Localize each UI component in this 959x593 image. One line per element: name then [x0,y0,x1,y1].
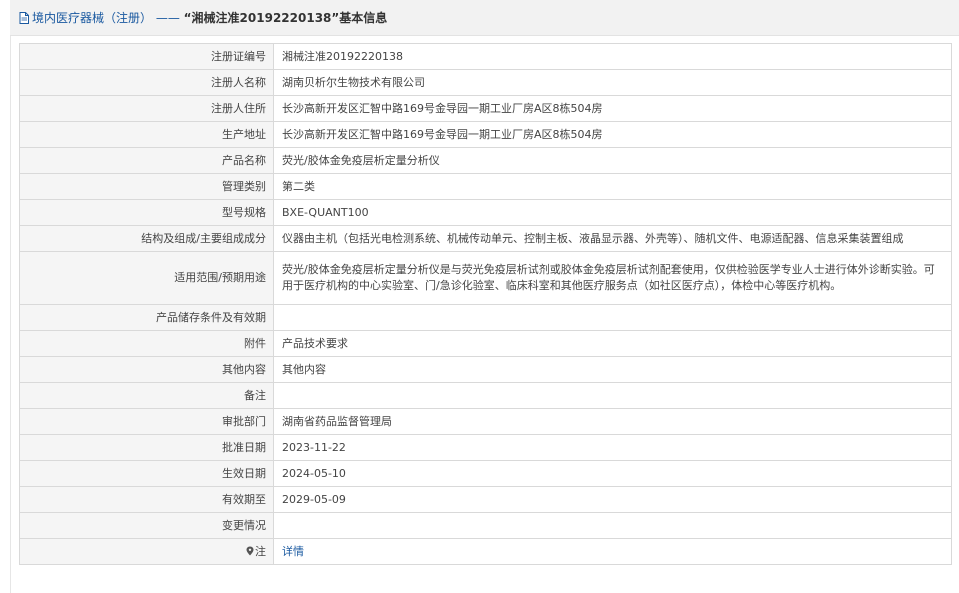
location-pin-icon [246,546,254,555]
page-header: 境内医疗器械（注册） —— “湘械注准20192220138”基本信息 [10,0,959,36]
table-row: 适用范围/预期用途 荧光/胶体金免疫层析定量分析仪是与荧光免疫层析试剂或胶体金免疫… [19,251,952,305]
field-label: 批准日期 [19,434,274,461]
field-label: 管理类别 [19,173,274,200]
table-row: 结构及组成/主要组成成分 仪器由主机（包括光电检测系统、机械传动单元、控制主板、液… [19,225,952,252]
table-row: 批准日期 2023-11-22 [19,434,952,461]
field-value: 仪器由主机（包括光电检测系统、机械传动单元、控制主板、液晶显示器、外壳等）、随机… [273,225,952,252]
field-label: 生产地址 [19,121,274,148]
document-icon [19,11,29,24]
table-row: 注册证编号 湘械注准20192220138 [19,43,952,70]
table-row: 变更情况 [19,512,952,539]
field-value: 湖南贝析尔生物技术有限公司 [273,69,952,96]
table-row: 管理类别 第二类 [19,173,952,200]
table-row: 审批部门 湖南省药品监督管理局 [19,408,952,435]
note-value-cell: 详情 [273,538,952,565]
table-row-note: 注 详情 [19,538,952,565]
field-label: 产品名称 [19,147,274,174]
field-label: 产品储存条件及有效期 [19,304,274,331]
field-value: 长沙高新开发区汇智中路169号金导园一期工业厂房A区8栋504房 [273,95,952,122]
table-row: 有效期至 2029-05-09 [19,486,952,513]
field-label: 注册证编号 [19,43,274,70]
table-row: 生效日期 2024-05-10 [19,460,952,487]
field-value: 第二类 [273,173,952,200]
field-label: 结构及组成/主要组成成分 [19,225,274,252]
field-value: 湘械注准20192220138 [273,43,952,70]
field-value: 长沙高新开发区汇智中路169号金导园一期工业厂房A区8栋504房 [273,121,952,148]
table-row: 其他内容 其他内容 [19,356,952,383]
field-label: 适用范围/预期用途 [19,251,274,305]
header-category[interactable]: 境内医疗器械（注册） [32,11,152,25]
field-label: 生效日期 [19,460,274,487]
field-value: 2023-11-22 [273,434,952,461]
field-label: 注册人住所 [19,95,274,122]
field-label: 型号规格 [19,199,274,226]
field-value: 其他内容 [273,356,952,383]
field-label: 审批部门 [19,408,274,435]
note-label: 注 [255,544,266,558]
table-row: 注册人住所 长沙高新开发区汇智中路169号金导园一期工业厂房A区8栋504房 [19,95,952,122]
field-value [273,304,952,331]
table-row: 产品储存条件及有效期 [19,304,952,331]
table-row: 注册人名称 湖南贝析尔生物技术有限公司 [19,69,952,96]
field-value: 荧光/胶体金免疫层析定量分析仪是与荧光免疫层析试剂或胶体金免疫层析试剂配套使用，… [273,251,952,305]
field-value [273,382,952,409]
field-label: 备注 [19,382,274,409]
field-value: 湖南省药品监督管理局 [273,408,952,435]
field-label: 其他内容 [19,356,274,383]
header-suffix: 基本信息 [339,11,388,25]
details-link[interactable]: 详情 [282,545,304,558]
table-row: 产品名称 荧光/胶体金免疫层析定量分析仪 [19,147,952,174]
table-row: 生产地址 长沙高新开发区汇智中路169号金导园一期工业厂房A区8栋504房 [19,121,952,148]
field-value [273,512,952,539]
detail-table: 注册证编号 湘械注准20192220138 注册人名称 湖南贝析尔生物技术有限公司 注册… [19,43,952,565]
header-record: “湘械注准20192220138” [183,11,340,25]
header-separator: —— [152,11,184,25]
note-label-cell: 注 [19,538,274,565]
field-label: 注册人名称 [19,69,274,96]
table-row: 型号规格 BXE-QUANT100 [19,199,952,226]
field-value: 2024-05-10 [273,460,952,487]
field-value: 2029-05-09 [273,486,952,513]
field-value: 产品技术要求 [273,330,952,357]
table-row: 备注 [19,382,952,409]
page-title: 境内医疗器械（注册） —— “湘械注准20192220138”基本信息 [32,9,387,26]
field-label: 有效期至 [19,486,274,513]
field-label: 附件 [19,330,274,357]
field-value: 荧光/胶体金免疫层析定量分析仪 [273,147,952,174]
field-label: 变更情况 [19,512,274,539]
field-value: BXE-QUANT100 [273,199,952,226]
table-row: 附件 产品技术要求 [19,330,952,357]
